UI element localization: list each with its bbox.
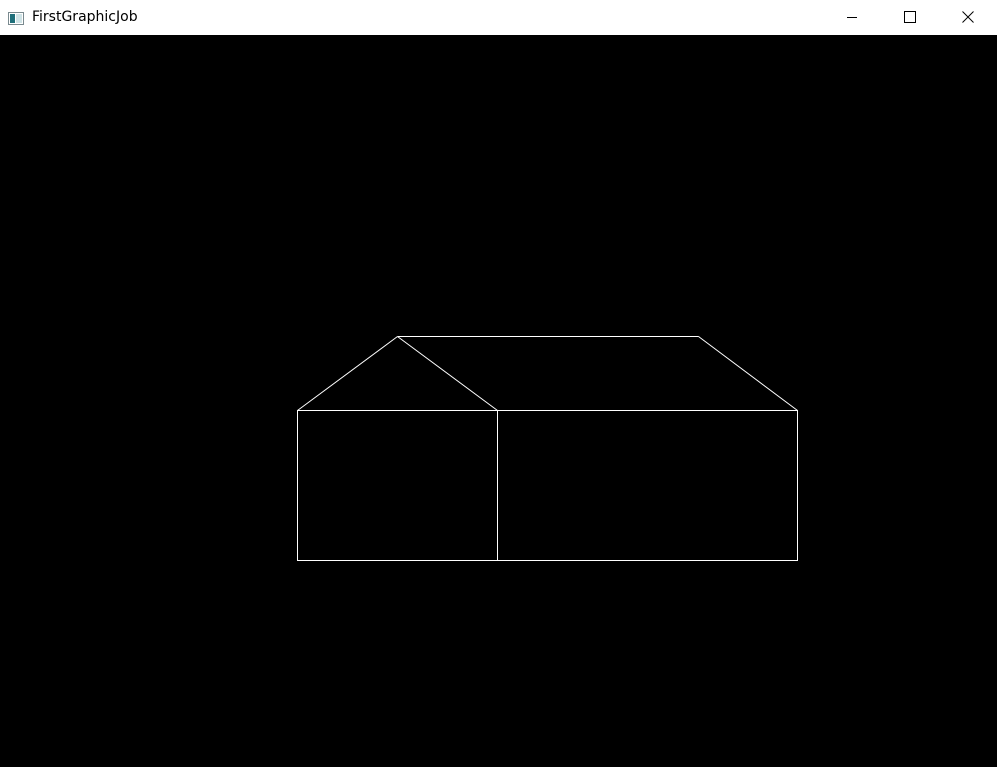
drawing-canvas[interactable] [0,35,997,767]
maximize-icon [904,8,916,27]
gable-left-edge [297,336,398,411]
side-wall [497,410,798,561]
window-title: FirstGraphicJob [32,9,138,25]
house-drawing [297,336,798,561]
app-window-icon[interactable] [8,10,24,25]
close-icon [962,8,974,27]
title-bar[interactable]: FirstGraphicJob [0,0,997,35]
application-window: FirstGraphicJob [0,0,997,767]
minimize-icon [846,8,858,27]
close-button[interactable] [939,0,997,35]
gable-right-edge [397,336,498,411]
minimize-button[interactable] [823,0,881,35]
roof-back-edge [698,336,798,411]
front-wall [297,410,498,561]
maximize-button[interactable] [881,0,939,35]
